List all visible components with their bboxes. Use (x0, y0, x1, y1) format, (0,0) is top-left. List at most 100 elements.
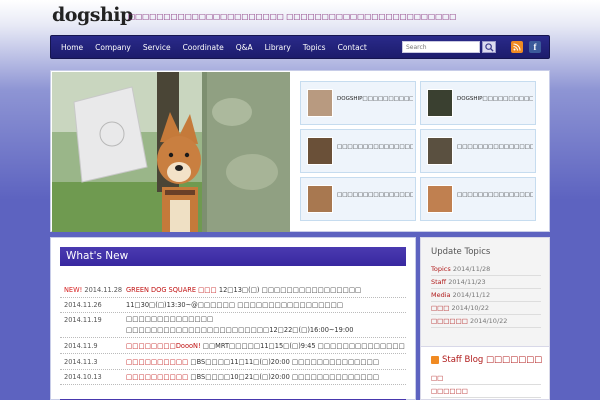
staff-blog-item[interactable]: □□ (431, 372, 541, 385)
staff-blog-item[interactable]: □□□□□□ (431, 385, 541, 398)
site-header: dogship □□□□□□□□□□□□□□□□□□□□□□ □□□□□□□□□… (0, 0, 600, 34)
topic-category: □□□ (431, 304, 450, 312)
tile-thumbnail (307, 89, 333, 117)
rss-button[interactable] (511, 41, 523, 53)
rss-icon (431, 356, 439, 364)
update-topic-item[interactable]: Topics 2014/11/28 (431, 263, 541, 276)
nav-item-home[interactable]: Home (55, 36, 89, 60)
hero-tile[interactable]: □□□□□□□□□□□□□□□□□□□□□□□□□□□□ (300, 129, 416, 173)
news-highlight[interactable]: GREEN DOG SQUARE □□□ (126, 286, 217, 294)
nav-item-coordinate[interactable]: Coordinate (177, 36, 230, 60)
topic-category: Staff (431, 278, 447, 286)
nav-item-topics[interactable]: Topics (297, 36, 332, 60)
news-body: □□MRT□□□□□11□15□(□)9:45 □□□□□□□□□□□□□□ (202, 342, 405, 350)
news-date-text: 2014.11.26 (64, 301, 102, 309)
update-topic-item[interactable]: □□□□□□ 2014/10/22 (431, 315, 541, 328)
hero-dog-photo[interactable] (52, 72, 290, 232)
nav-items: Home Company Service Coordinate Q&A Library To… (55, 36, 373, 60)
news-body: 11□30□(□)13:30~@□□□□□□ □□□□□□□□□□□□□□□□□ (126, 301, 344, 309)
whats-new-panel: What's New NEW! 2014.11.28 GREEN DOG SQUA… (50, 237, 416, 400)
nav-item-contact[interactable]: Contact (332, 36, 373, 60)
facebook-icon: f (533, 42, 537, 52)
topic-date: 2014/10/22 (469, 317, 508, 325)
news-date: 2014.11.9 (64, 339, 98, 353)
hero-tile[interactable]: □□□□□□□□□□□□□□□□□□□ (300, 177, 416, 221)
news-text: □□□□□□□□□□□□□□ □□□□□□□□□□□□□□□□□□□□□□□12… (126, 314, 404, 337)
news-highlight[interactable]: □□□□□□□□DoooN! (126, 342, 201, 350)
staff-blog-list: □□ □□□□□□ (431, 372, 541, 398)
topic-date: 2014/11/23 (448, 278, 486, 286)
news-date: 2014.10.13 (64, 370, 102, 384)
news-highlight[interactable]: □□□□□□□□□□ (126, 373, 188, 381)
tile-text: □□□□□□□□□□□□□□□□□□□□□□□□□□□□ (337, 144, 413, 150)
search-button[interactable] (482, 41, 496, 53)
update-topics-title: Update Topics (431, 247, 491, 257)
topic-date: 2014/11/28 (452, 265, 491, 273)
tile-thumbnail (427, 137, 453, 165)
news-text: □□□□□□□□□□ □BS□□□□11□11□(□)20:00 □□□□□□□… (126, 355, 379, 369)
hero-tile[interactable]: □□□□□□□□□□□□□□□□□□□□□□□□□□ (420, 177, 536, 221)
news-date-text: 2014.11.3 (64, 358, 98, 366)
update-topic-item[interactable]: Staff 2014/11/23 (431, 276, 541, 289)
main-nav: Home Company Service Coordinate Q&A Library To… (50, 35, 550, 59)
nav-item-library[interactable]: Library (259, 36, 297, 60)
news-date: 2014.11.19 (64, 313, 102, 327)
staff-blog-box: Staff Blog □□□□□□□ □□ □□□□□□ (420, 346, 550, 400)
news-row[interactable]: 2014.11.26 11□30□(□)13:30~@□□□□□□ □□□□□□□… (60, 298, 406, 313)
whats-new-title: What's New (60, 247, 406, 266)
site-tagline: □□□□□□□□□□□□□□□□□□□□□□ □□□□□□□□□□□□□□□□□… (128, 12, 457, 21)
topic-category: □□□□□□ (431, 317, 468, 325)
news-row[interactable]: 2014.10.13 □□□□□□□□□□ □BS□□□□10□21□(□)20:… (60, 370, 406, 385)
search-icon (484, 42, 494, 52)
topic-category: Media (431, 291, 451, 299)
new-badge: NEW! (64, 286, 83, 294)
news-date-text: 2014.11.9 (64, 342, 98, 350)
tile-thumbnail (307, 185, 333, 213)
news-row[interactable]: 2014.11.19 □□□□□□□□□□□□□□ □□□□□□□□□□□□□□□… (60, 313, 406, 338)
nav-item-service[interactable]: Service (137, 36, 177, 60)
tile-text: DOGSHIP□□□□□□□□□□□□□□□□□□□□□□□□□□ (337, 96, 413, 102)
nav-item-q-a[interactable]: Q&A (230, 36, 259, 60)
news-row[interactable]: 2014.11.9 □□□□□□□□DoooN! □□MRT□□□□□11□15□… (60, 339, 406, 354)
tile-thumbnail (427, 185, 453, 213)
news-date: NEW! 2014.11.28 (64, 283, 122, 297)
news-text: □□□□□□□□□□ □BS□□□□10□21□(□)20:00 □□□□□□□… (126, 370, 379, 384)
update-topic-item[interactable]: □□□ 2014/10/22 (431, 302, 541, 315)
update-topic-item[interactable]: Media 2014/11/12 (431, 289, 541, 302)
news-date: 2014.11.3 (64, 355, 98, 369)
update-topics-list: Topics 2014/11/28 Staff 2014/11/23 Media 2… (431, 263, 541, 328)
hero-tile[interactable]: □□□□□□□□□□□□□□□□□□□□□□□□□□□□□ (420, 129, 536, 173)
news-text: GREEN DOG SQUARE □□□ 12□13□(□) □□□□□□□□□… (126, 283, 361, 297)
tile-thumbnail (307, 137, 333, 165)
hero-section: DOGSHIP□□□□□□□□□□□□□□□□□□□□□□□□□□ DOGSHIP… (50, 70, 550, 232)
hero-tile[interactable]: DOGSHIP□□□□□□□□□□□□□□□□□□□□□□□□□□ (300, 81, 416, 125)
news-date-text: 2014.11.19 (64, 316, 102, 324)
tile-text: DOGSHIP□□□□□□□□□□□□□□□□□□□□□□□□ (457, 96, 533, 102)
news-date-text: 2014.10.13 (64, 373, 102, 381)
news-row[interactable]: 2014.11.3 □□□□□□□□□□ □BS□□□□11□11□(□)20:0… (60, 355, 406, 370)
hero-tile[interactable]: DOGSHIP□□□□□□□□□□□□□□□□□□□□□□□□ (420, 81, 536, 125)
search-input[interactable] (402, 41, 480, 53)
topic-date: 2014/11/12 (452, 291, 491, 299)
site-logo[interactable]: dogship (52, 4, 133, 26)
news-body: 12□13□(□) □□□□□□□□□□□□□□□□ (218, 286, 362, 294)
news-date: 2014.11.26 (64, 298, 102, 312)
tile-text: □□□□□□□□□□□□□□□□□□□□□□□□□□□□□ (457, 144, 533, 150)
news-body: □□□□□□□□□□□□□□ □□□□□□□□□□□□□□□□□□□□□□□12… (126, 315, 354, 334)
news-row[interactable]: NEW! 2014.11.28 GREEN DOG SQUARE □□□ 12□1… (60, 283, 406, 298)
hero-photo-art (52, 72, 290, 232)
hero-tiles: DOGSHIP□□□□□□□□□□□□□□□□□□□□□□□□□□ DOGSHIP… (300, 81, 540, 226)
nav-item-company[interactable]: Company (89, 36, 137, 60)
facebook-button[interactable]: f (529, 41, 541, 53)
news-highlight[interactable]: □□□□□□□□□□ (126, 358, 188, 366)
news-body: □BS□□□□10□21□(□)20:00 □□□□□□□□□□□□□□ (190, 373, 380, 381)
tile-thumbnail (427, 89, 453, 117)
tile-text: □□□□□□□□□□□□□□□□□□□ (337, 192, 413, 198)
news-body: □BS□□□□11□11□(□)20:00 □□□□□□□□□□□□□□ (190, 358, 380, 366)
tile-text: □□□□□□□□□□□□□□□□□□□□□□□□□□ (457, 192, 533, 198)
news-text: □□□□□□□□DoooN! □□MRT□□□□□11□15□(□)9:45 □… (126, 339, 405, 353)
staff-blog-header[interactable]: Staff Blog □□□□□□□ (431, 355, 542, 365)
rss-icon (513, 43, 521, 51)
staff-blog-title: Staff Blog □□□□□□□ (442, 355, 543, 365)
topic-date: 2014/10/22 (451, 304, 489, 312)
